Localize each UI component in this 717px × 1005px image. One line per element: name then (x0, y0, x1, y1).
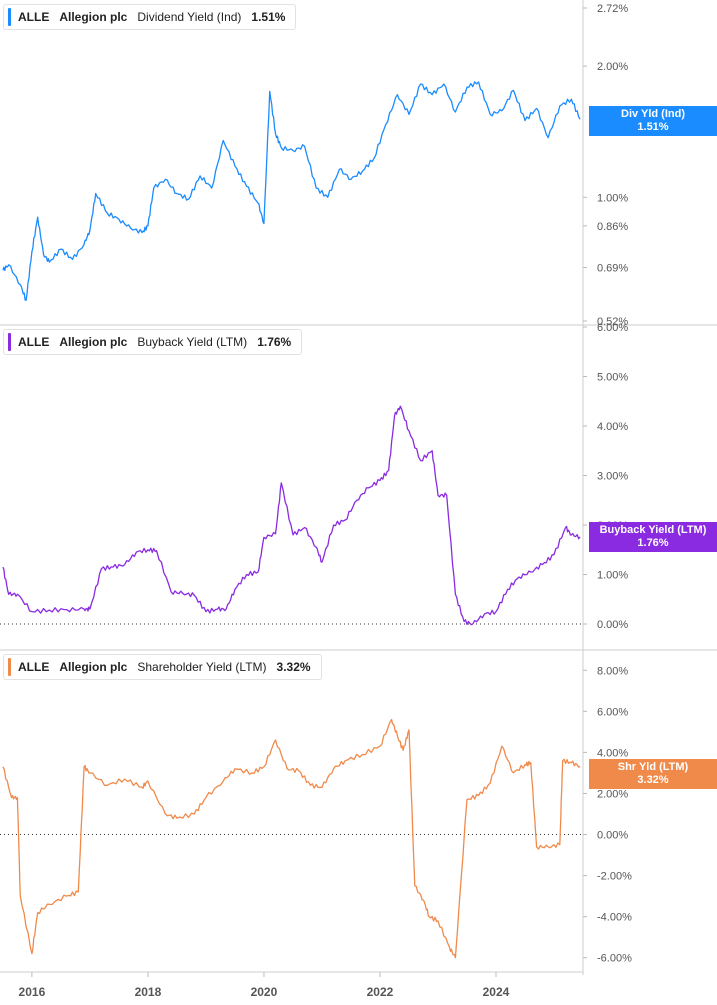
badge-label: Shr Yld (LTM) (617, 761, 689, 773)
y-tick-label: 2.00% (597, 61, 628, 73)
legend-swatch (8, 8, 11, 26)
x-tick-label: 2018 (135, 985, 162, 999)
x-tick-label: 2020 (251, 985, 278, 999)
legend-company: Allegion plc (59, 660, 128, 674)
y-tick-label: -4.00% (597, 912, 632, 924)
chart-canvas: 2.72%2.00%1.00%0.86%0.69%0.52%6.00%5.00%… (0, 0, 717, 999)
y-tick-label: 2.00% (597, 788, 628, 800)
y-tick-label: 6.00% (597, 706, 628, 718)
x-tick-label: 2024 (483, 985, 510, 999)
legend-shareholder-yield: ALLE Allegion plc Shareholder Yield (LTM… (3, 654, 322, 680)
y-tick-label: 1.00% (597, 570, 628, 582)
legend-metric: Buyback Yield (LTM) (137, 335, 248, 349)
y-tick-label: 0.86% (597, 221, 628, 233)
last-value-badge-dividend: Div Yld (Ind) 1.51% (589, 106, 717, 136)
legend-company: Allegion plc (59, 10, 128, 24)
legend-swatch (8, 658, 11, 676)
legend-value: 1.76% (257, 335, 292, 349)
legend-metric: Shareholder Yield (LTM) (137, 660, 267, 674)
badge-value: 1.51% (637, 121, 669, 133)
legend-buyback-yield: ALLE Allegion plc Buyback Yield (LTM) 1.… (3, 329, 303, 355)
y-tick-label: 0.69% (597, 262, 628, 274)
y-tick-label: 3.00% (597, 471, 628, 483)
legend-ticker: ALLE (18, 660, 50, 674)
badge-value: 3.32% (637, 774, 669, 786)
legend-dividend-yield: ALLE Allegion plc Dividend Yield (Ind) 1… (3, 4, 297, 30)
x-tick-label: 2016 (19, 985, 46, 999)
x-tick-label: 2022 (367, 985, 394, 999)
y-tick-label: 8.00% (597, 665, 628, 677)
legend-ticker: ALLE (18, 335, 50, 349)
y-tick-label: 2.72% (597, 3, 628, 15)
series-line-dividend (2, 81, 581, 301)
y-tick-label: 5.00% (597, 372, 628, 384)
y-tick-label: -2.00% (597, 871, 632, 883)
badge-label: Div Yld (Ind) (621, 108, 685, 120)
legend-value: 1.51% (251, 10, 286, 24)
legend-ticker: ALLE (18, 10, 50, 24)
y-tick-label: 1.00% (597, 192, 628, 204)
legend-company: Allegion plc (59, 335, 128, 349)
y-tick-label: 0.00% (597, 830, 628, 842)
y-tick-label: -6.00% (597, 953, 632, 965)
last-value-badge-buyback: Buyback Yield (LTM) 1.76% (589, 522, 717, 552)
badge-label: Buyback Yield (LTM) (599, 524, 707, 536)
y-tick-label: 0.00% (597, 619, 628, 631)
y-tick-label: 6.00% (597, 322, 628, 334)
y-tick-label: 4.00% (597, 421, 628, 433)
legend-metric: Dividend Yield (Ind) (137, 10, 242, 24)
series-line-buyback (2, 405, 581, 626)
legend-swatch (8, 333, 11, 351)
last-value-badge-shareholder: Shr Yld (LTM) 3.32% (589, 759, 717, 789)
series-line-shareholder (2, 718, 581, 959)
y-tick-label: 4.00% (597, 747, 628, 759)
legend-value: 3.32% (276, 660, 311, 674)
badge-value: 1.76% (637, 537, 669, 549)
